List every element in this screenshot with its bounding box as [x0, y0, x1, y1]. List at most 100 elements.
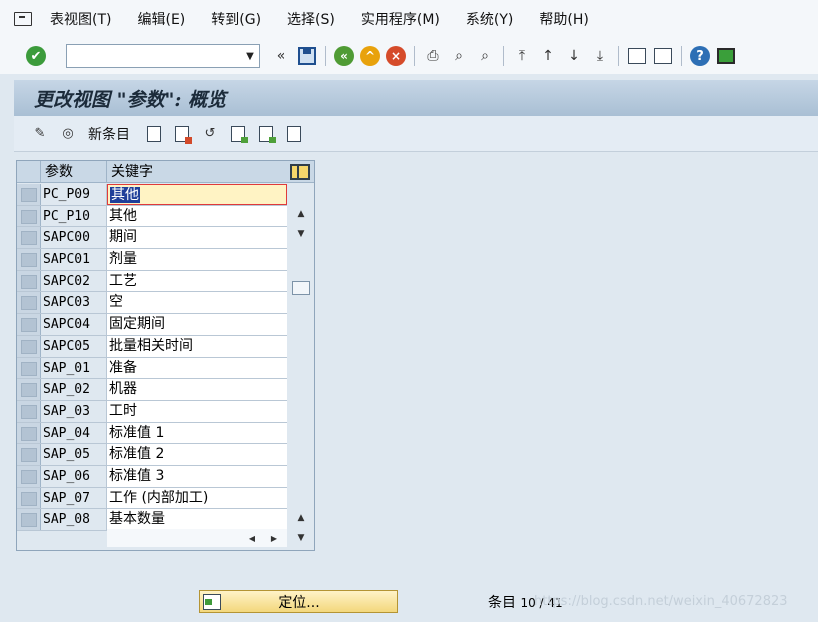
- undo-icon[interactable]: ↺: [200, 125, 220, 143]
- keyword-cell[interactable]: 剂量: [107, 249, 287, 270]
- menu-edit[interactable]: 编辑(E): [137, 9, 185, 29]
- row-selector[interactable]: [17, 422, 41, 444]
- select-block-button[interactable]: [256, 125, 276, 143]
- keyword-cell[interactable]: 工艺: [107, 270, 287, 292]
- table-row: SAPC01 剂量: [17, 249, 287, 271]
- new-entries-button[interactable]: 新条目: [88, 124, 130, 144]
- menu-table-view[interactable]: 表视图(T): [50, 9, 111, 29]
- delete-button[interactable]: [172, 125, 192, 144]
- keyword-cell[interactable]: 机器: [107, 379, 287, 400]
- row-selector[interactable]: [17, 205, 41, 227]
- menu-utilities[interactable]: 实用程序(M): [361, 9, 440, 29]
- position-button[interactable]: 定位...: [199, 590, 398, 613]
- row-selector[interactable]: [17, 357, 41, 379]
- print-icon[interactable]: ⎙: [422, 45, 444, 67]
- menu-icon[interactable]: [14, 12, 32, 26]
- select-all-button[interactable]: [228, 125, 248, 143]
- application-toolbar: ✎ ◎ 新条目 ↺: [14, 116, 818, 152]
- keyword-cell[interactable]: 工作 (内部加工): [107, 487, 287, 509]
- table-settings-icon[interactable]: [290, 164, 310, 180]
- find-next-icon[interactable]: ⌕: [474, 45, 496, 67]
- help-button[interactable]: ?: [689, 45, 711, 67]
- select-all-icon: [231, 125, 248, 143]
- row-selector[interactable]: [17, 487, 41, 509]
- row-selector[interactable]: [17, 379, 41, 400]
- copy-icon: [147, 125, 161, 142]
- keyword-cell[interactable]: 其他: [107, 184, 287, 205]
- row-selector[interactable]: [17, 335, 41, 357]
- save-button[interactable]: [296, 45, 318, 67]
- horizontal-scrollbar[interactable]: ◀ ▶: [107, 529, 287, 547]
- keyword-cell[interactable]: 其他: [107, 205, 287, 227]
- exit-button[interactable]: ^: [359, 45, 381, 67]
- collapse-icon[interactable]: «: [270, 45, 292, 67]
- glasses-icon[interactable]: ◎: [58, 125, 78, 143]
- command-input[interactable]: [67, 45, 237, 67]
- row-selector[interactable]: [17, 400, 41, 422]
- parameter-cell: SAP_08: [41, 509, 107, 530]
- table-row: SAPC03 空: [17, 292, 287, 315]
- keyword-cell[interactable]: 标准值 3: [107, 465, 287, 487]
- back-button[interactable]: «: [333, 45, 355, 67]
- row-selector[interactable]: [17, 314, 41, 335]
- create-session-button[interactable]: [626, 45, 648, 67]
- keyword-cell[interactable]: 期间: [107, 227, 287, 249]
- vertical-scrollbar[interactable]: ▲ ▼ ▲ ▼: [290, 184, 312, 543]
- table-row: PC_P10 其他: [17, 205, 287, 228]
- customize-layout-button[interactable]: [715, 45, 737, 67]
- table-row: SAP_03 工时: [17, 400, 287, 423]
- row-selector[interactable]: [17, 227, 41, 249]
- keyword-cell[interactable]: 空: [107, 292, 287, 314]
- row-selector[interactable]: [17, 444, 41, 465]
- scroll-down-icon[interactable]: ▼: [293, 226, 309, 242]
- parameters-table: 参数 关键字 PC_P09 其他 PC_P10 其他 SAPC00 期间 SAP…: [16, 160, 315, 551]
- keyword-cell[interactable]: 标准值 1: [107, 422, 287, 444]
- scroll-right-icon[interactable]: ▶: [267, 531, 281, 545]
- table-row: SAP_07 工作 (内部加工): [17, 487, 287, 510]
- menu-goto[interactable]: 转到(G): [211, 9, 261, 29]
- first-page-icon[interactable]: ⤒: [511, 45, 533, 67]
- menu-selection[interactable]: 选择(S): [287, 9, 335, 29]
- table-row: SAPC00 期间: [17, 227, 287, 250]
- position-button-label: 定位...: [278, 594, 320, 611]
- row-selector[interactable]: [17, 184, 41, 205]
- row-selector[interactable]: [17, 465, 41, 487]
- keyword-cell[interactable]: 批量相关时间: [107, 335, 287, 357]
- row-selector[interactable]: [17, 509, 41, 530]
- table-row: SAP_06 标准值 3: [17, 465, 287, 488]
- menu-system[interactable]: 系统(Y): [466, 9, 513, 29]
- table-row: SAPC05 批量相关时间: [17, 335, 287, 358]
- keyword-cell[interactable]: 工时: [107, 400, 287, 422]
- row-selector[interactable]: [17, 249, 41, 270]
- chevron-down-icon[interactable]: ▼: [243, 49, 257, 63]
- create-session-icon: [628, 48, 646, 64]
- scroll-up-icon[interactable]: ▲: [293, 206, 309, 222]
- table-row: SAPC02 工艺: [17, 270, 287, 293]
- previous-page-icon[interactable]: ↑: [537, 45, 559, 67]
- scroll-up-icon[interactable]: ▲: [293, 510, 309, 526]
- find-icon[interactable]: ⌕: [448, 45, 470, 67]
- last-page-icon[interactable]: ⤓: [589, 45, 611, 67]
- keyword-cell[interactable]: 基本数量: [107, 509, 287, 530]
- keyword-cell[interactable]: 标准值 2: [107, 444, 287, 465]
- scroll-down-icon[interactable]: ▼: [293, 530, 309, 546]
- column-header-parameter[interactable]: 参数: [41, 161, 107, 183]
- deselect-all-button[interactable]: [284, 125, 304, 143]
- scrollbar-thumb[interactable]: [292, 281, 310, 295]
- scroll-left-icon[interactable]: ◀: [245, 531, 259, 545]
- menu-help[interactable]: 帮助(H): [539, 9, 588, 29]
- command-field[interactable]: ▼: [66, 44, 260, 68]
- enter-check-icon[interactable]: ✔: [26, 46, 46, 66]
- display-change-icon[interactable]: ✎: [30, 125, 50, 143]
- select-all-corner[interactable]: [17, 161, 41, 183]
- row-selector[interactable]: [17, 292, 41, 314]
- copy-button[interactable]: [144, 125, 164, 143]
- column-header-keyword[interactable]: 关键字: [107, 161, 287, 183]
- create-shortcut-button[interactable]: [652, 45, 674, 67]
- cancel-button[interactable]: ×: [385, 45, 407, 67]
- next-page-icon[interactable]: ↓: [563, 45, 585, 67]
- row-selector[interactable]: [17, 270, 41, 292]
- keyword-cell[interactable]: 固定期间: [107, 314, 287, 335]
- keyword-cell[interactable]: 准备: [107, 357, 287, 379]
- entry-label: 条目: [488, 595, 516, 611]
